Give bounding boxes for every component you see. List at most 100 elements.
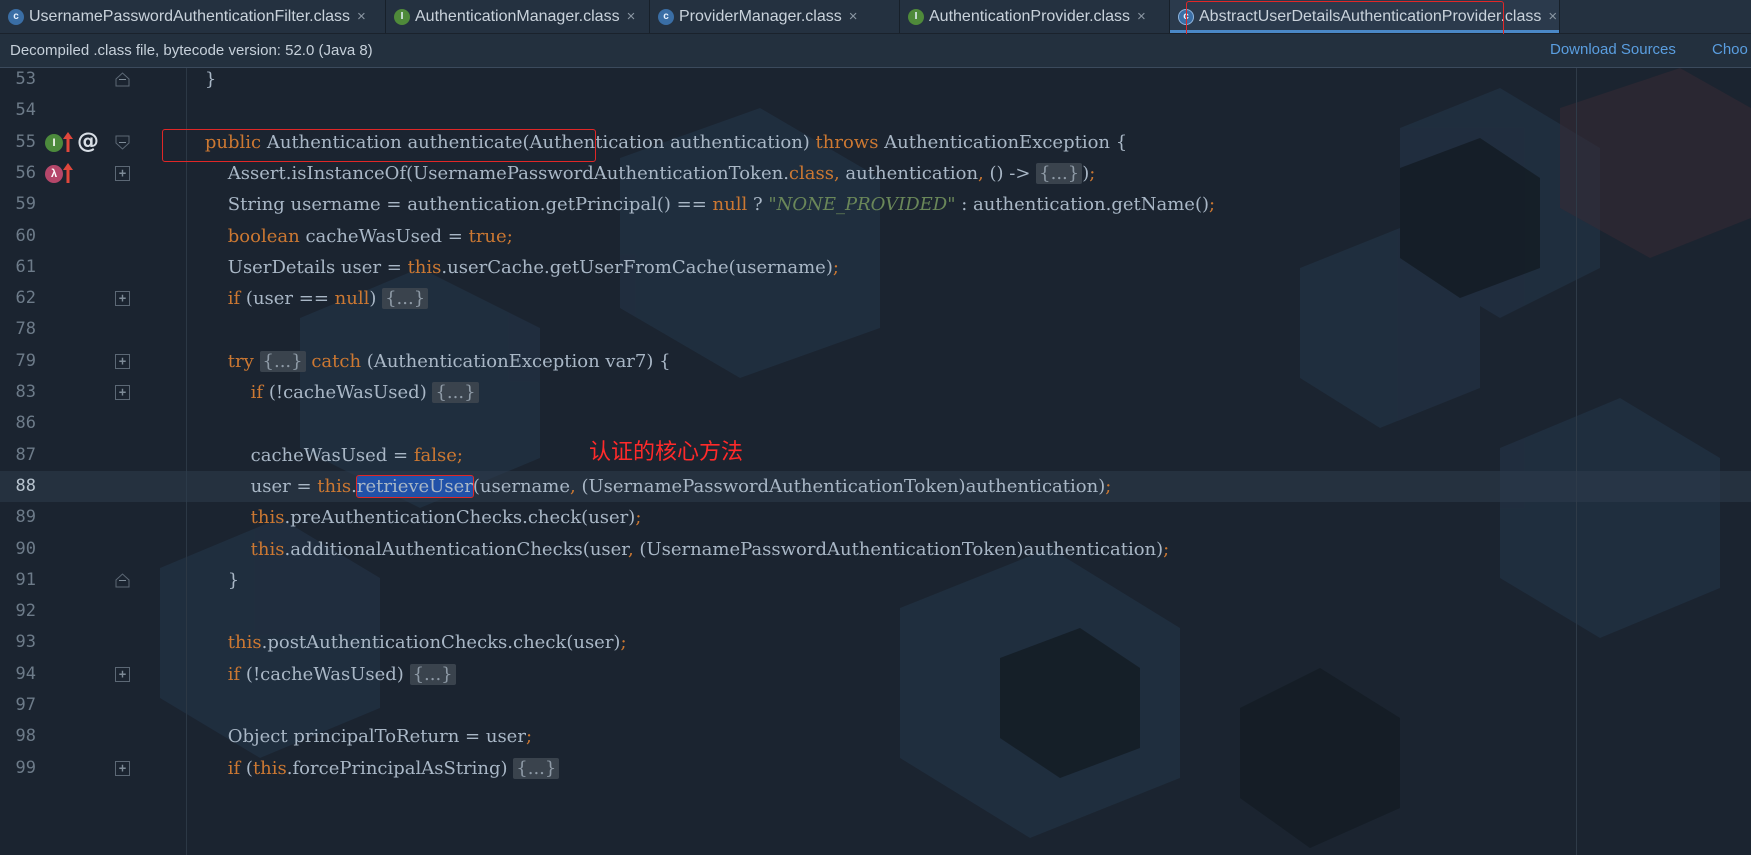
tab-label: ProviderManager.class [679, 8, 842, 25]
line-number: 87 [15, 444, 36, 465]
code-line[interactable]: 60 boolean cacheWasUsed = true; [0, 221, 1751, 252]
code-line[interactable]: 99 if (this.forcePrincipalAsString) {...… [0, 753, 1751, 784]
editor-tab[interactable]: c ProviderManager.class × [650, 0, 900, 33]
code-line[interactable]: 61 UserDetails user = this.userCache.get… [0, 252, 1751, 283]
line-number: 78 [15, 319, 36, 340]
line-number: 92 [15, 601, 36, 622]
code-text: cacheWasUsed = false; [182, 444, 463, 466]
interface-icon: I [908, 8, 924, 25]
close-icon[interactable]: × [849, 8, 858, 25]
code-line[interactable]: 93 this.postAuthenticationChecks.check(u… [0, 627, 1751, 658]
code-line[interactable]: 78 [0, 314, 1751, 345]
code-text: if (this.forcePrincipalAsString) {...} [182, 753, 560, 784]
code-line[interactable]: 62 if (user == null) {...} + [0, 283, 1751, 314]
code-text: if (user == null) {...} [182, 283, 429, 314]
fold-end-icon[interactable] [115, 573, 130, 588]
line-number: 62 [15, 288, 36, 309]
editor-tab-bar: c UsernamePasswordAuthenticationFilter.cl… [0, 0, 1751, 34]
line-number: 61 [15, 256, 36, 277]
folded-code-placeholder[interactable]: {...} [432, 382, 479, 403]
line-number: 60 [15, 225, 36, 246]
code-text: String username = authentication.getPrin… [182, 194, 1216, 216]
folded-code-placeholder[interactable]: {...} [259, 350, 306, 372]
editor-tab[interactable]: I AuthenticationManager.class × [386, 0, 650, 33]
line-number: 89 [15, 507, 36, 528]
class-icon: c [658, 8, 674, 25]
line-number: 55 [15, 131, 36, 152]
line-number: 98 [15, 726, 36, 747]
code-line[interactable]: 55 public Authentication authenticate(Au… [0, 127, 1751, 158]
fold-end-icon[interactable] [115, 72, 130, 87]
line-number: 53 [15, 69, 36, 89]
code-text: Object principalToReturn = user; [182, 726, 533, 748]
editor-tab[interactable]: c UsernamePasswordAuthenticationFilter.cl… [0, 0, 386, 33]
decompiled-notice-text: Decompiled .class file, bytecode version… [10, 42, 373, 59]
code-line[interactable]: 54 [0, 95, 1751, 126]
line-number: 79 [15, 350, 36, 371]
line-number: 94 [15, 663, 36, 684]
collapse-fold-icon[interactable] [115, 135, 130, 150]
selected-method-retrieveUser[interactable]: retrieveUser [355, 474, 474, 498]
expand-fold-icon[interactable]: + [115, 166, 130, 182]
overrides-up-arrow-icon[interactable] [61, 130, 75, 154]
code-line[interactable]: 92 [0, 596, 1751, 627]
code-text: } [182, 69, 217, 90]
code-line[interactable]: 98 Object principalToReturn = user; [0, 721, 1751, 752]
code-text: } [182, 569, 240, 591]
download-sources-link[interactable]: Download Sources [1550, 41, 1676, 58]
code-text: this.additionalAuthenticationChecks(user… [250, 538, 1170, 560]
code-line[interactable]: 56 Assert.isInstanceOf(UsernamePasswordA… [0, 158, 1751, 189]
annotation-at-icon: @ [77, 128, 99, 154]
line-number: 93 [15, 632, 36, 653]
line-number: 90 [15, 538, 36, 559]
code-text: try {...} catch (AuthenticationException… [227, 350, 671, 372]
code-text: UserDetails user = this.userCache.getUse… [182, 256, 839, 278]
line-number: 99 [15, 757, 36, 778]
choose-sources-link[interactable]: Choo [1712, 41, 1748, 58]
code-line[interactable]: 90 this.additionalAuthenticationChecks(u… [0, 534, 1751, 565]
code-line[interactable]: 89 this.preAuthenticationChecks.check(us… [0, 502, 1751, 533]
code-text: public Authentication authenticate(Authe… [204, 131, 1128, 153]
code-line[interactable]: 91 } [0, 565, 1751, 596]
close-icon[interactable]: × [357, 8, 366, 25]
expand-fold-icon[interactable]: + [115, 760, 130, 776]
line-number: 54 [15, 100, 36, 121]
line-number: 86 [15, 413, 36, 434]
line-number: 83 [15, 382, 36, 402]
editor-tab[interactable]: c AbstractUserDetailsAuthenticationProvid… [1170, 0, 1560, 33]
expand-fold-icon[interactable]: + [115, 666, 130, 682]
code-line[interactable]: 87 cacheWasUsed = false; [0, 440, 1751, 471]
folded-code-placeholder[interactable]: {...} [513, 757, 560, 779]
line-number: 88 [15, 475, 36, 496]
folded-code-placeholder[interactable]: {...} [382, 288, 429, 310]
code-line[interactable]: 97 [0, 690, 1751, 721]
code-text: user = this.retrieveUser(username, (User… [182, 474, 1112, 498]
tab-label: AuthenticationManager.class [415, 8, 620, 25]
folded-code-placeholder[interactable]: {...} [409, 663, 456, 685]
code-text: this.postAuthenticationChecks.check(user… [227, 632, 627, 654]
code-editor[interactable]: 53 } 54 55 public Authentication authentic… [0, 68, 1751, 855]
close-icon[interactable]: × [1137, 8, 1146, 25]
code-line[interactable]: 86 [0, 408, 1751, 439]
expand-fold-icon[interactable]: + [115, 385, 130, 401]
code-line[interactable]: 53 } [0, 68, 1751, 95]
tab-label: UsernamePasswordAuthenticationFilter.cla… [29, 8, 351, 25]
code-line[interactable]: 79 try {...} catch (AuthenticationExcept… [0, 346, 1751, 377]
tab-label: AuthenticationProvider.class [929, 8, 1130, 25]
code-line[interactable]: 59 String username = authentication.getP… [0, 189, 1751, 220]
line-number: 97 [15, 695, 36, 715]
line-number: 59 [15, 194, 36, 215]
code-line[interactable]: 94 if (!cacheWasUsed) {...} + [0, 659, 1751, 690]
expand-fold-icon[interactable]: + [115, 291, 130, 307]
close-icon[interactable]: × [627, 8, 636, 25]
annotation-core-method-label: 认证的核心方法 [589, 440, 744, 465]
overrides-up-arrow-icon[interactable] [61, 161, 75, 185]
expand-fold-icon[interactable]: + [115, 353, 130, 369]
editor-tab[interactable]: I AuthenticationProvider.class × [900, 0, 1170, 33]
folded-code-placeholder[interactable]: {...} [1036, 162, 1083, 184]
code-line[interactable]: 83 if (!cacheWasUsed) {...} + [0, 377, 1751, 408]
close-icon[interactable]: × [1548, 8, 1557, 25]
abstract-class-icon: c [1178, 8, 1194, 25]
interface-icon: I [394, 8, 410, 25]
code-line[interactable]: 88 user = this.retrieveUser(username, (U… [0, 470, 1751, 503]
